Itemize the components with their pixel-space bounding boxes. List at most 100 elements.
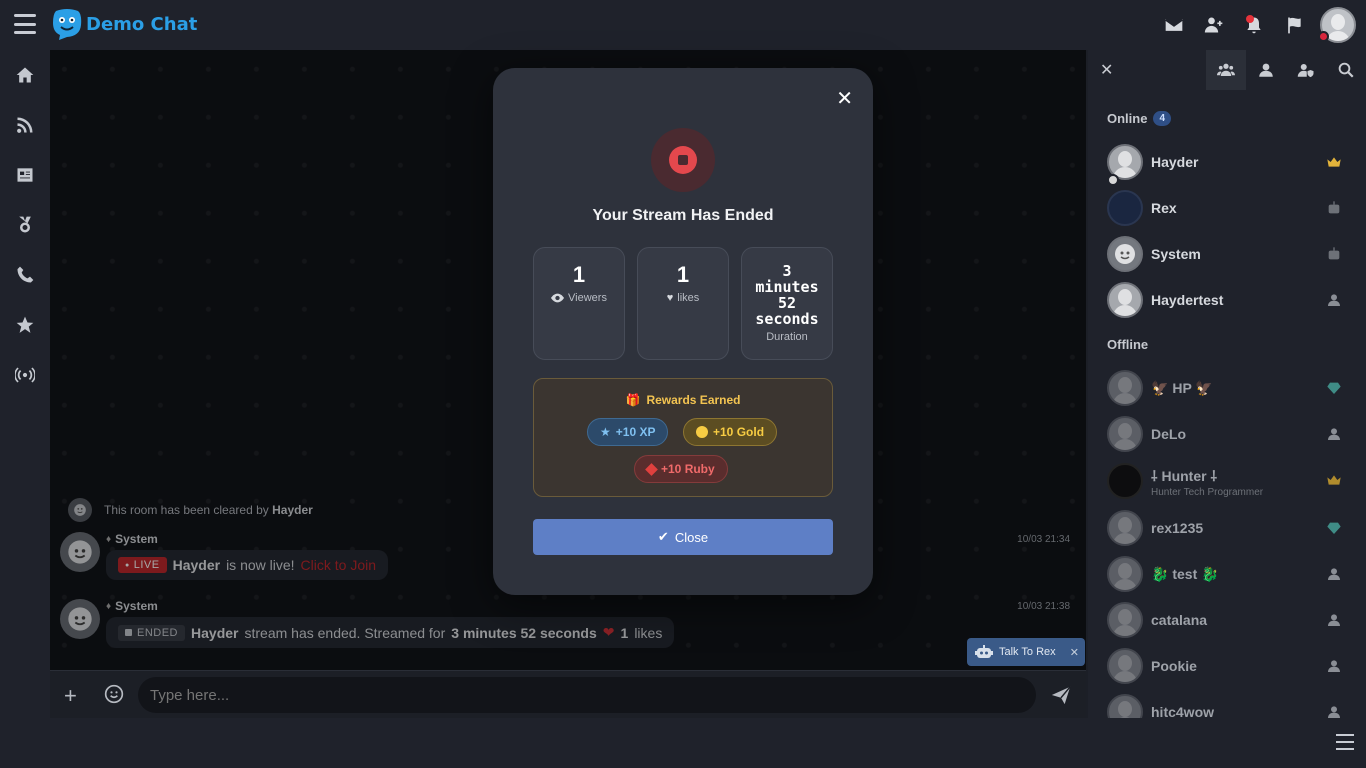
likes-stat: 1 ♥ likes xyxy=(637,247,729,360)
user-item[interactable]: Pookie xyxy=(1088,643,1366,689)
nav-calls[interactable] xyxy=(0,250,50,300)
user-status-text: Hunter Tech Programmer xyxy=(1151,487,1264,498)
gift-icon: 🎁 xyxy=(625,393,641,407)
avatar xyxy=(1107,282,1143,318)
avatar xyxy=(1107,694,1143,718)
messages-button[interactable] xyxy=(1154,0,1194,50)
online-header: Online 4 xyxy=(1088,105,1366,131)
user-icon xyxy=(1328,294,1340,306)
robot-icon xyxy=(975,645,993,658)
message-input[interactable] xyxy=(138,677,1036,713)
nav-news[interactable] xyxy=(0,150,50,200)
star-icon xyxy=(16,316,34,333)
user-item[interactable]: 🦅 HP 🦅 xyxy=(1088,365,1366,411)
status-dnd-icon xyxy=(1318,31,1329,42)
bot-icon xyxy=(1328,201,1340,214)
stop-icon xyxy=(651,128,715,192)
users-icon xyxy=(1217,63,1235,76)
gold-reward-badge: +10 Gold xyxy=(683,418,778,446)
user-item[interactable]: DeLo xyxy=(1088,411,1366,457)
close-button[interactable]: ✔ Close xyxy=(533,519,833,555)
close-icon[interactable]: ✕ xyxy=(1070,646,1079,659)
search-icon xyxy=(1338,62,1354,78)
avatar xyxy=(1107,510,1143,546)
offline-header: Offline xyxy=(1107,336,1149,352)
user-item[interactable]: 🐉 test 🐉 xyxy=(1088,551,1366,597)
report-button[interactable] xyxy=(1274,0,1314,50)
phone-icon xyxy=(17,266,34,283)
star-icon: ★ xyxy=(600,425,611,439)
top-bar: Demo Chat xyxy=(0,0,1366,50)
user-item[interactable]: hitc4wow xyxy=(1088,689,1366,718)
user-name: 🐉 test 🐉 xyxy=(1151,565,1219,582)
user-item[interactable]: rex1235 xyxy=(1088,505,1366,551)
app-logo[interactable]: Demo Chat xyxy=(52,8,197,40)
tab-room-users[interactable] xyxy=(1206,50,1246,90)
message-input-bar: + xyxy=(50,670,1086,718)
close-panel-icon[interactable]: ✕ xyxy=(1100,60,1113,80)
heart-icon: ♥ xyxy=(666,292,674,304)
add-user-icon xyxy=(1204,17,1223,33)
ruby-reward-badge: +10 Ruby xyxy=(634,455,728,483)
talk-rex-label: Talk To Rex xyxy=(999,646,1056,658)
nav-home[interactable] xyxy=(0,50,50,100)
nav-live[interactable] xyxy=(0,350,50,400)
online-count: 4 xyxy=(1153,110,1172,126)
tab-friends[interactable] xyxy=(1246,50,1286,90)
duration-stat: 3 minutes 52 seconds Duration xyxy=(741,247,833,360)
flag-icon xyxy=(1288,17,1301,34)
nav-favorites[interactable] xyxy=(0,300,50,350)
modal-title: Your Stream Has Ended xyxy=(592,207,774,224)
user-list-panel: ✕ Online 4 Hayder Rex System Haydertest O… xyxy=(1088,50,1366,718)
duration-value: 3 minutes 52 seconds xyxy=(755,262,819,328)
user-item[interactable]: ⸸ Hunter ⸸ Hunter Tech Programmer xyxy=(1088,457,1366,505)
bottom-bar xyxy=(0,718,1366,768)
user-item[interactable]: catalana xyxy=(1088,597,1366,643)
left-nav xyxy=(0,50,50,718)
tab-search[interactable] xyxy=(1326,50,1366,90)
ruby-icon xyxy=(645,462,658,476)
rewards-title: Rewards Earned xyxy=(646,393,741,407)
user-item[interactable]: Rex xyxy=(1088,185,1366,231)
user-icon xyxy=(1328,568,1340,580)
xp-reward-badge: ★ +10 XP xyxy=(587,418,669,446)
avatar xyxy=(1107,556,1143,592)
avatar xyxy=(1107,190,1143,226)
avatar xyxy=(1107,602,1143,638)
emoji-icon[interactable] xyxy=(104,684,124,704)
duration-label: Duration xyxy=(766,331,808,343)
diamond-icon xyxy=(1327,382,1341,394)
check-icon: ✔ xyxy=(657,529,669,544)
close-icon[interactable]: ✕ xyxy=(836,86,853,111)
avatar xyxy=(1107,416,1143,452)
tab-staff[interactable] xyxy=(1286,50,1326,90)
user-icon xyxy=(1328,614,1340,626)
medal-icon xyxy=(19,216,31,233)
talk-to-rex-button[interactable]: Talk To Rex ✕ xyxy=(967,638,1085,666)
friend-requests-button[interactable] xyxy=(1194,0,1234,50)
plus-icon[interactable]: + xyxy=(64,683,77,709)
menu-icon[interactable] xyxy=(14,14,36,34)
user-item[interactable]: Hayder xyxy=(1088,139,1366,186)
likes-count: 1 xyxy=(676,262,690,287)
rss-icon xyxy=(17,117,33,133)
user-icon xyxy=(1328,706,1340,718)
crown-icon xyxy=(1327,157,1341,167)
logo-icon xyxy=(53,9,82,40)
avatar xyxy=(1107,236,1143,272)
app-name: Demo Chat xyxy=(86,13,198,35)
nav-feed[interactable] xyxy=(0,100,50,150)
envelope-icon xyxy=(1165,19,1183,31)
nav-leaderboard[interactable] xyxy=(0,200,50,250)
send-icon[interactable] xyxy=(1050,684,1072,706)
bot-icon xyxy=(1328,247,1340,260)
viewers-stat: 1 Viewers xyxy=(533,247,625,360)
avatar xyxy=(1107,370,1143,406)
user-icon xyxy=(1328,428,1340,440)
user-item[interactable]: System xyxy=(1088,231,1366,277)
diamond-icon xyxy=(1327,522,1341,534)
coin-icon xyxy=(696,426,708,438)
menu-icon[interactable] xyxy=(1336,734,1354,750)
user-item[interactable]: Haydertest xyxy=(1088,277,1366,323)
notifications-button[interactable] xyxy=(1234,0,1274,50)
